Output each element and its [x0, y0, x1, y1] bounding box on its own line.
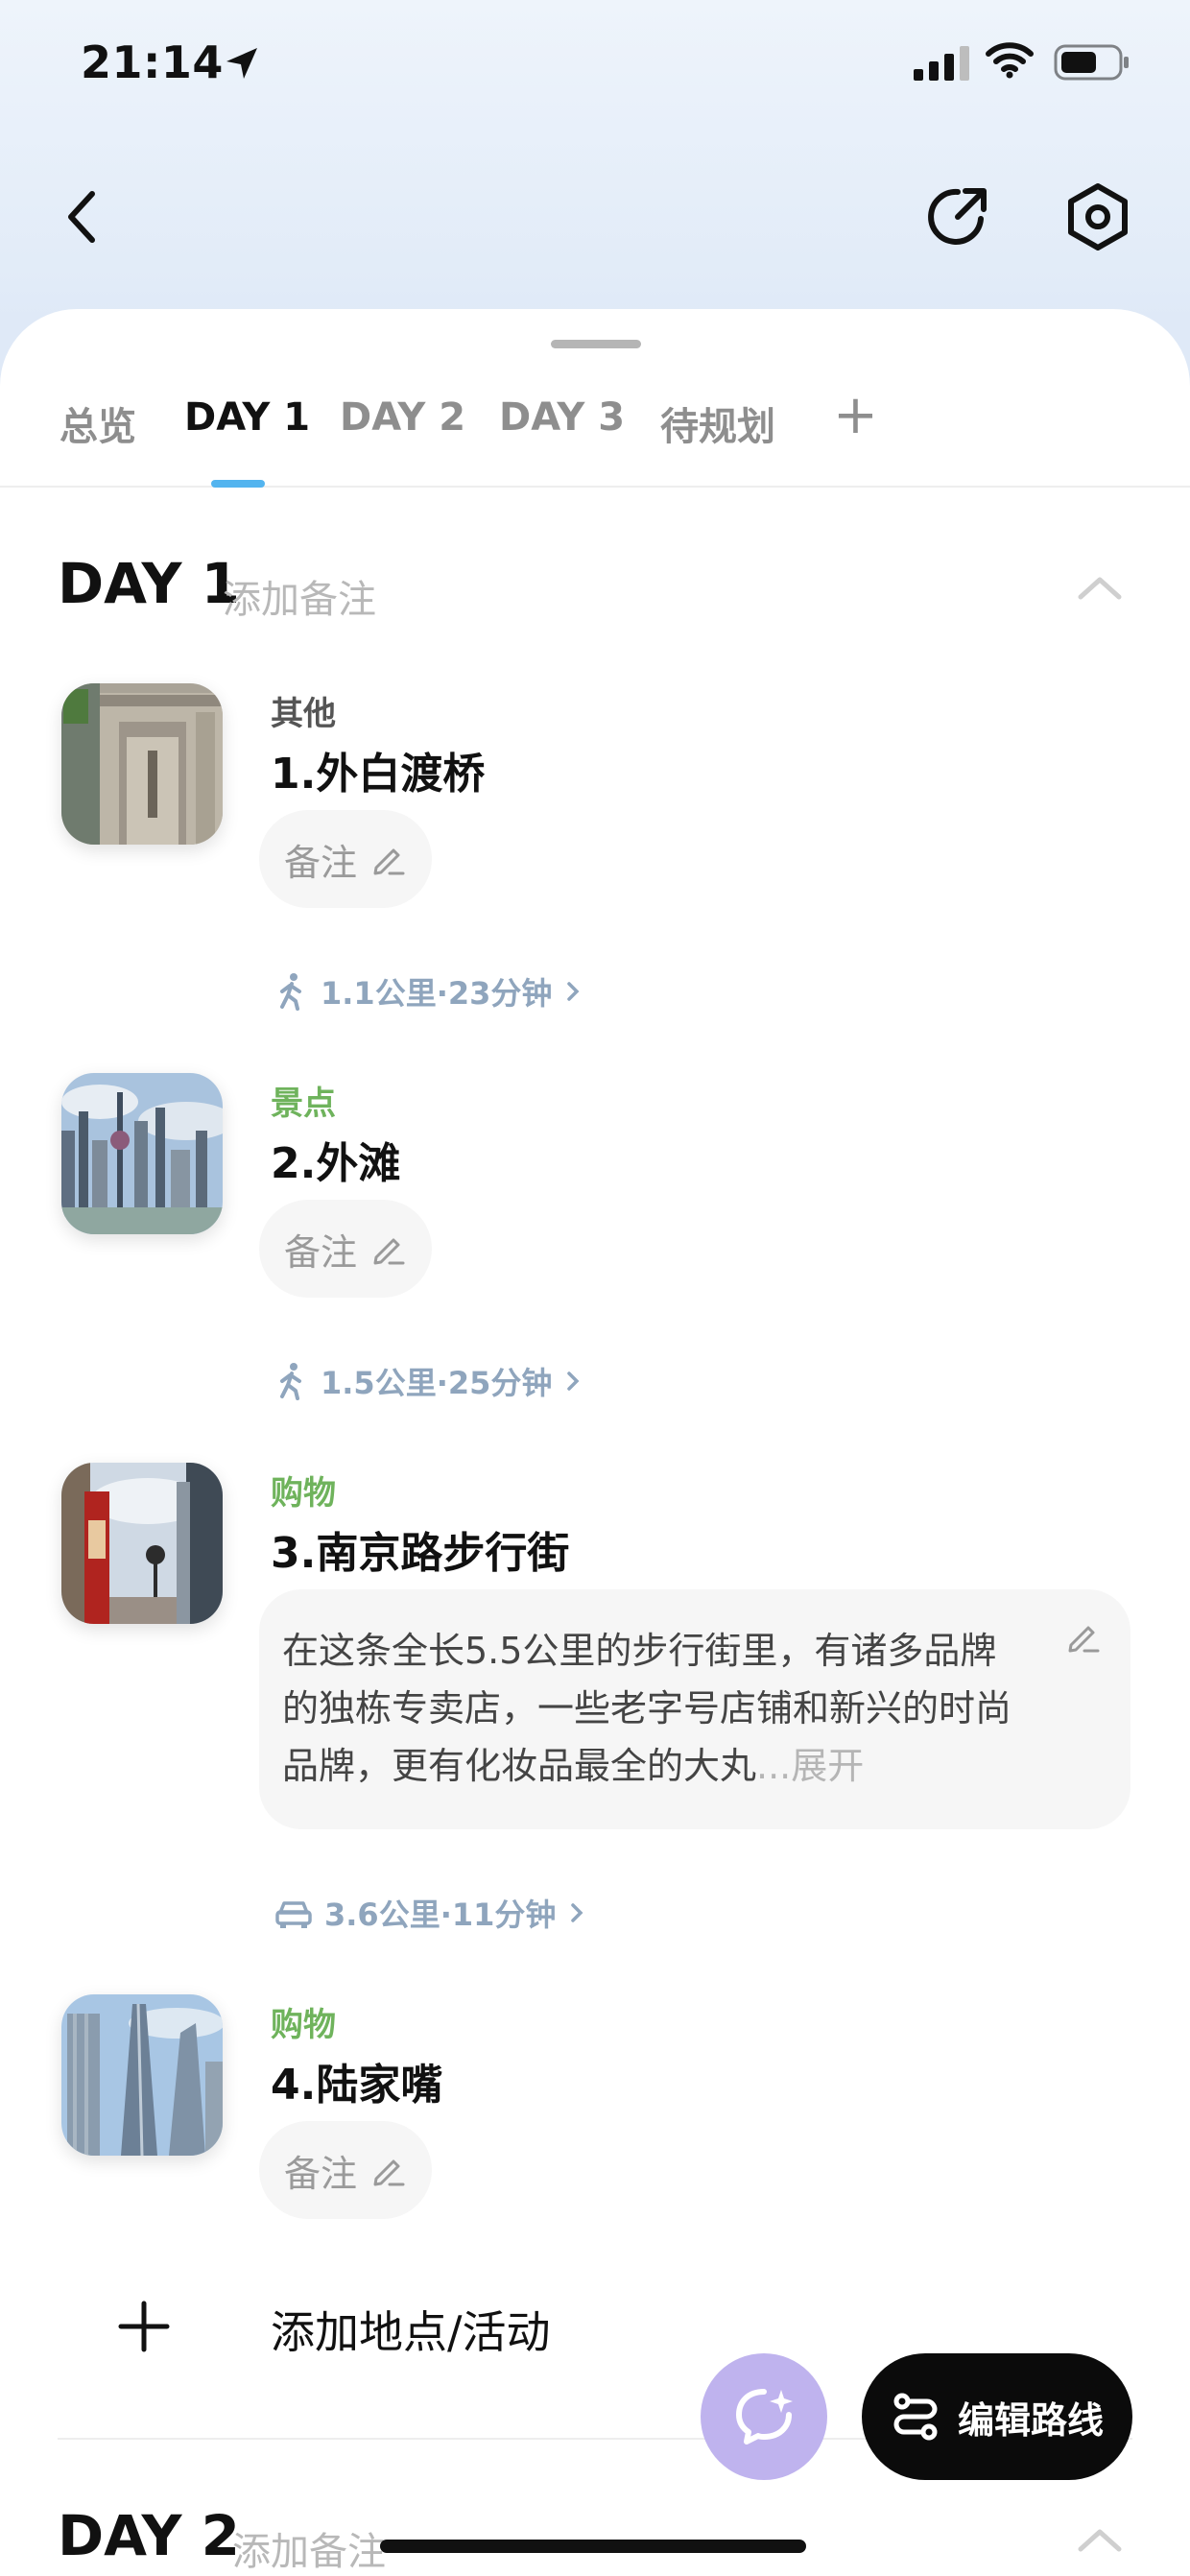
tab-day3[interactable]: DAY 3 [499, 395, 625, 440]
day1-title: DAY 1 [58, 551, 241, 616]
route-distance-time: 1.1公里·23分钟 [321, 975, 553, 1012]
place-thumbnail-lujiazui[interactable] [61, 1994, 223, 2156]
wifi-icon [985, 40, 1035, 83]
share-button[interactable] [919, 179, 996, 255]
description-body: 在这条全长5.5公里的步行街里，有诸多品牌的独栋专卖店，一些老字号店铺和新兴的时… [282, 1630, 1012, 1787]
tab-day1[interactable]: DAY 1 [184, 395, 310, 440]
day2-title: DAY 2 [58, 2503, 241, 2568]
note-label: 备注 [284, 1230, 358, 1274]
route-distance-time: 1.5公里·25分钟 [321, 1365, 553, 1401]
add-place-button[interactable] [113, 2296, 175, 2357]
place-name[interactable]: 2.外滩 [271, 1129, 400, 1190]
walking-icon [280, 1363, 301, 1400]
place-category: 购物 [271, 2006, 336, 2044]
location-arrow-icon [223, 44, 261, 86]
tab-day2[interactable]: DAY 2 [340, 395, 465, 440]
battery-icon [1054, 44, 1130, 84]
gear-icon [1068, 183, 1128, 250]
sheet-drag-handle[interactable] [551, 340, 641, 348]
place-name[interactable]: 3.南京路步行街 [271, 1518, 569, 1580]
cellular-signal-icon [914, 46, 971, 84]
active-tab-indicator [211, 480, 265, 488]
add-note-button[interactable]: 备注 [259, 2121, 433, 2219]
place-thumbnail-the-bund[interactable] [61, 1073, 223, 1234]
place-thumbnail-nanjing-road[interactable] [61, 1463, 223, 1624]
pencil-icon[interactable] [1065, 1618, 1102, 1655]
pencil-icon [373, 2159, 405, 2186]
route-segment[interactable]: 3.6公里·11分钟 [274, 1891, 586, 1935]
route-distance-time: 3.6公里·11分钟 [324, 1896, 557, 1933]
edit-route-button[interactable]: 编辑路线 [862, 2353, 1132, 2480]
add-note-button[interactable]: 备注 [259, 1200, 433, 1298]
expand-link[interactable]: ...展开 [756, 1745, 864, 1787]
share-arrow-icon [928, 188, 987, 245]
itinerary-sheet [0, 309, 1190, 2576]
day2-add-note[interactable]: 添加备注 [232, 2520, 386, 2576]
tab-overview[interactable]: 总览 [60, 395, 136, 451]
status-time: 21:14 [81, 36, 224, 88]
chevron-up-icon[interactable] [1071, 2520, 1129, 2559]
place-category: 购物 [271, 1474, 336, 1513]
pencil-icon [373, 1238, 405, 1265]
plus-icon [118, 2301, 170, 2352]
description-text: 在这条全长5.5公里的步行街里，有诸多品牌的独栋专卖店，一些老字号店铺和新兴的时… [282, 1622, 1021, 1795]
walking-icon [280, 973, 301, 1011]
home-indicator[interactable] [380, 2540, 806, 2553]
chevron-right-icon [567, 982, 580, 1001]
back-button[interactable] [44, 179, 121, 255]
tab-unplanned[interactable]: 待规划 [660, 395, 775, 451]
ai-assistant-button[interactable] [701, 2353, 827, 2480]
place-name[interactable]: 1.外白渡桥 [271, 739, 485, 800]
note-label: 备注 [284, 2152, 358, 2195]
tab-add[interactable]: + [833, 384, 878, 446]
chevron-right-icon [571, 1903, 583, 1922]
day1-add-note[interactable]: 添加备注 [223, 568, 376, 624]
route-segment[interactable]: 1.5公里·25分钟 [274, 1359, 583, 1403]
route-segment[interactable]: 1.1公里·23分钟 [274, 969, 583, 1014]
add-note-button[interactable]: 备注 [259, 810, 433, 908]
car-icon [275, 1901, 312, 1928]
route-icon [893, 2393, 938, 2441]
place-thumbnail-waibaidu-bridge[interactable] [61, 683, 223, 845]
chevron-right-icon [567, 1371, 580, 1391]
place-name[interactable]: 4.陆家嘴 [271, 2050, 442, 2111]
note-label: 备注 [284, 841, 358, 884]
edit-route-label: 编辑路线 [957, 2398, 1104, 2442]
pencil-icon [373, 848, 405, 875]
place-category: 景点 [271, 1085, 336, 1123]
place-category: 其他 [271, 695, 336, 733]
day-tabs: 总览 DAY 1 DAY 2 DAY 3 待规划 + [0, 384, 1190, 488]
place-description[interactable]: 在这条全长5.5公里的步行街里，有诸多品牌的独栋专卖店，一些老字号店铺和新兴的时… [259, 1589, 1130, 1829]
add-place-label[interactable]: 添加地点/活动 [271, 2298, 551, 2361]
sparkle-chat-icon [736, 2389, 793, 2445]
chevron-left-icon [68, 191, 95, 243]
settings-button[interactable] [1059, 179, 1136, 255]
chevron-up-icon[interactable] [1071, 568, 1129, 607]
